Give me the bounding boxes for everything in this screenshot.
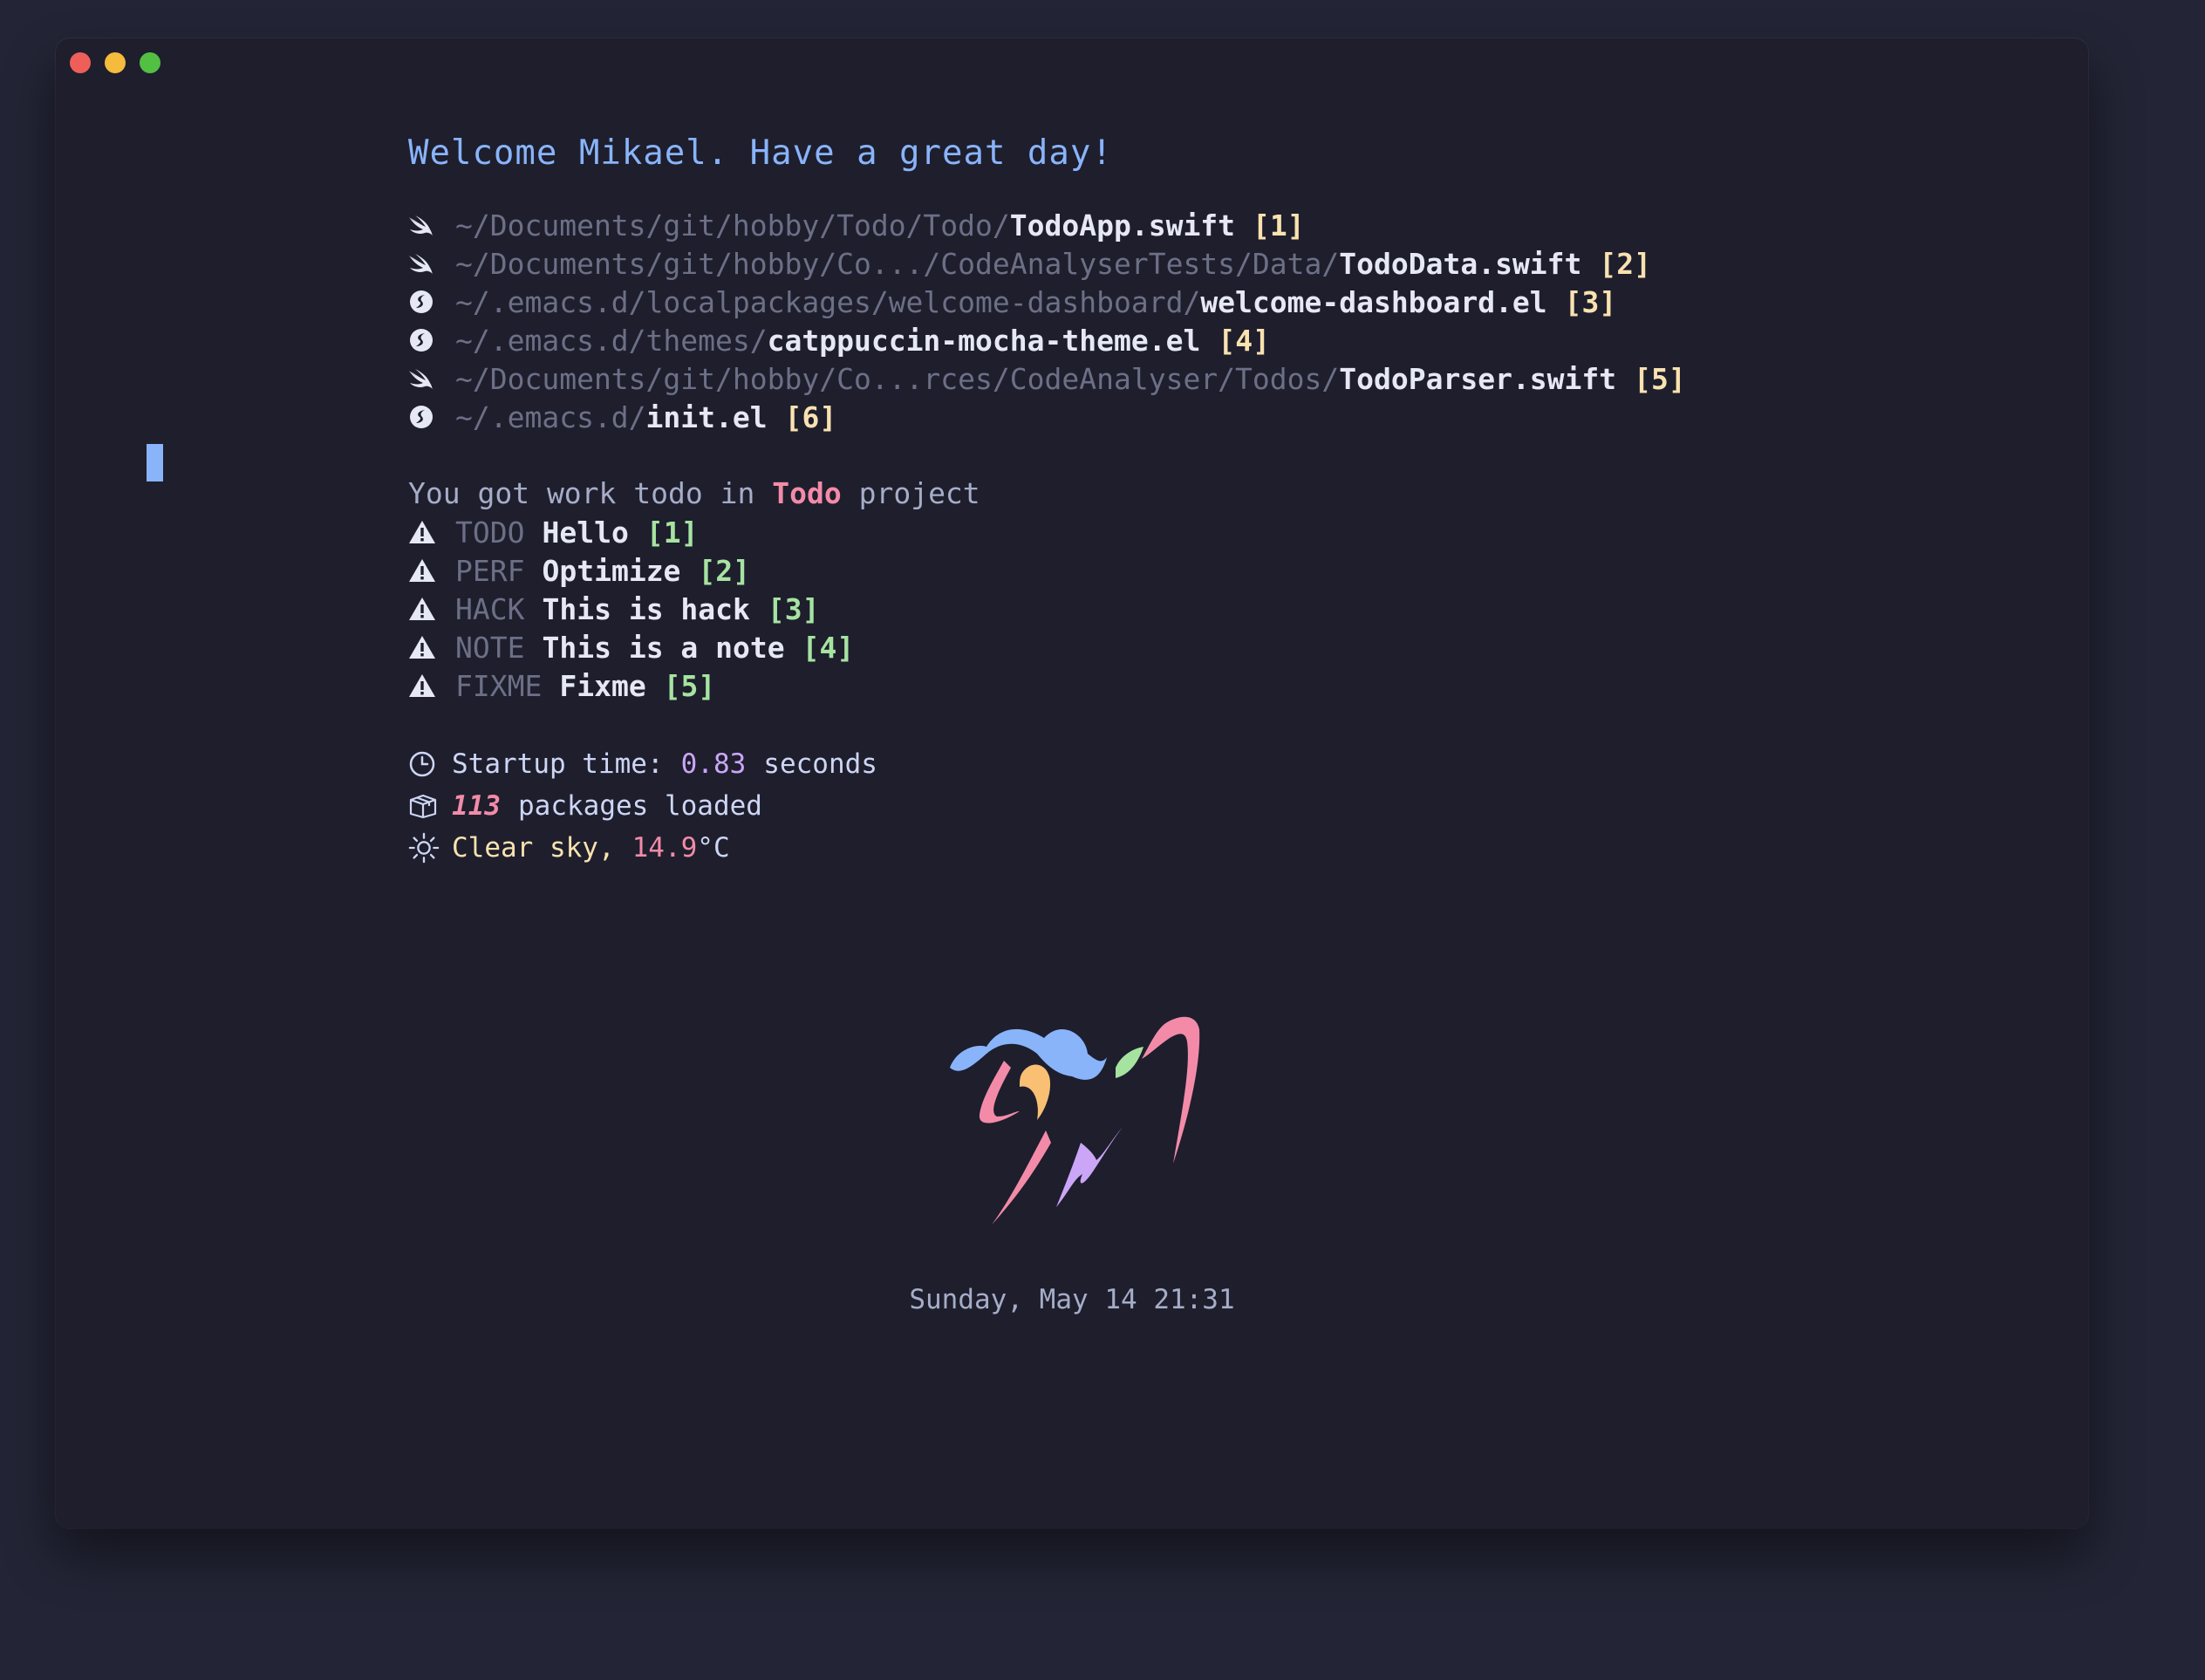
- emacs-icon: [408, 286, 441, 318]
- todo-tag: HACK: [455, 591, 525, 626]
- shortcut-key: [2]: [698, 553, 751, 588]
- minimize-button[interactable]: [105, 52, 126, 73]
- emacs-calligraphy-logo: [950, 1016, 1200, 1225]
- temperature-unit: °C: [697, 832, 730, 864]
- file-path: ~/.emacs.d/themes/: [455, 323, 768, 358]
- todo-item[interactable]: TODO Hello [1]: [408, 513, 1686, 551]
- file-name: TodoParser.swift: [1339, 361, 1617, 396]
- todo-heading-prefix: You got work todo in: [408, 476, 755, 510]
- startup-label: Startup time:: [452, 748, 664, 780]
- weather-description: Clear sky,: [452, 832, 615, 864]
- shortcut-key: [3]: [1564, 284, 1617, 319]
- shortcut-key: [1]: [645, 515, 699, 550]
- todo-tag: TODO: [455, 515, 525, 550]
- recent-file-item[interactable]: ~/.emacs.d/themes/catppuccin-mocha-theme…: [408, 321, 1686, 359]
- file-name: TodoData.swift: [1339, 246, 1582, 281]
- recent-file-item[interactable]: ~/Documents/git/hobby/Co.../CodeAnalyser…: [408, 244, 1686, 283]
- emacs-window: Welcome Mikael. Have a great day! ~/Docu…: [56, 38, 2088, 1528]
- todo-text: This is a note: [542, 630, 785, 665]
- temperature-value: 14.9: [631, 832, 698, 864]
- info-section: Startup time: 0.83 seconds 113 packages loa…: [408, 743, 1686, 869]
- todo-tag: PERF: [455, 553, 525, 588]
- todo-heading-suffix: project: [858, 476, 980, 510]
- packages-label: packages loaded: [518, 790, 762, 822]
- recent-files-list: ~/Documents/git/hobby/Todo/Todo/TodoApp.…: [408, 206, 1686, 436]
- recent-file-item[interactable]: ~/Documents/git/hobby/Co...rces/CodeAnal…: [408, 359, 1686, 398]
- package-icon: [408, 790, 440, 822]
- startup-time: Startup time: 0.83 seconds: [408, 743, 1686, 785]
- todo-heading: You got work todo in Todo project: [408, 475, 1686, 513]
- datetime-footer: Sunday, May 14 21:31: [909, 1284, 1235, 1315]
- file-path: ~/Documents/git/hobby/Todo/Todo/: [455, 208, 1010, 242]
- startup-value: 0.83: [680, 748, 747, 780]
- shortcut-key: [1]: [1253, 208, 1305, 242]
- todo-tag: NOTE: [455, 630, 525, 665]
- close-button[interactable]: [70, 52, 91, 73]
- zoom-button[interactable]: [140, 52, 160, 73]
- packages-loaded: 113 packages loaded: [408, 785, 1686, 827]
- file-path: ~/Documents/git/hobby/Co...rces/CodeAnal…: [455, 361, 1340, 396]
- packages-count: 113: [452, 790, 501, 822]
- todo-item[interactable]: FIXME Fixme [5]: [408, 666, 1686, 705]
- warning-icon: [408, 632, 441, 663]
- shortcut-key: [4]: [802, 630, 855, 665]
- warning-icon: [408, 516, 441, 548]
- file-path: ~/Documents/git/hobby/Co.../CodeAnalyser…: [455, 246, 1340, 281]
- todo-list: TODO Hello [1] PERF Optimize [2] HACK This is…: [408, 513, 1686, 705]
- sun-icon: [408, 832, 440, 864]
- startup-unit: seconds: [763, 748, 877, 780]
- file-name: TodoApp.swift: [1009, 208, 1236, 242]
- welcome-title: Welcome Mikael. Have a great day!: [408, 133, 1113, 173]
- file-name: init.el: [645, 400, 768, 434]
- recent-file-item[interactable]: ~/.emacs.d/localpackages/welcome-dashboa…: [408, 283, 1686, 321]
- todo-text: This is hack: [542, 591, 750, 626]
- swift-icon: [408, 248, 441, 279]
- emacs-icon: [408, 401, 441, 433]
- todo-text: Fixme: [559, 668, 646, 703]
- swift-icon: [408, 209, 441, 241]
- recent-file-item[interactable]: ~/.emacs.d/init.el [6]: [408, 398, 1686, 436]
- file-path: ~/.emacs.d/localpackages/welcome-dashboa…: [455, 284, 1201, 319]
- warning-icon: [408, 670, 441, 701]
- shortcut-key: [5]: [1634, 361, 1686, 396]
- window-controls: [70, 52, 160, 73]
- todo-text: Hello: [542, 515, 629, 550]
- warning-icon: [408, 593, 441, 625]
- shortcut-key: [3]: [767, 591, 820, 626]
- warning-icon: [408, 555, 441, 586]
- shortcut-key: [4]: [1218, 323, 1270, 358]
- file-name: catppuccin-mocha-theme.el: [767, 323, 1201, 358]
- todo-item[interactable]: PERF Optimize [2]: [408, 551, 1686, 590]
- file-path: ~/.emacs.d/: [455, 400, 646, 434]
- project-name: Todo: [772, 476, 842, 510]
- shortcut-key: [2]: [1599, 246, 1652, 281]
- file-name: welcome-dashboard.el: [1200, 284, 1547, 319]
- shortcut-key: [5]: [663, 668, 716, 703]
- weather: Clear sky, 14.9 °C: [408, 827, 1686, 869]
- swift-icon: [408, 363, 441, 394]
- shortcut-key: [6]: [784, 400, 837, 434]
- todo-text: Optimize: [542, 553, 681, 588]
- todo-item[interactable]: NOTE This is a note [4]: [408, 628, 1686, 666]
- clock-icon: [408, 748, 440, 780]
- dashboard: Welcome Mikael. Have a great day! ~/Docu…: [408, 126, 1686, 869]
- emacs-icon: [408, 324, 441, 356]
- todo-tag: FIXME: [455, 668, 543, 703]
- recent-file-item[interactable]: ~/Documents/git/hobby/Todo/Todo/TodoApp.…: [408, 206, 1686, 244]
- text-cursor: [147, 444, 163, 481]
- todo-item[interactable]: HACK This is hack [3]: [408, 590, 1686, 628]
